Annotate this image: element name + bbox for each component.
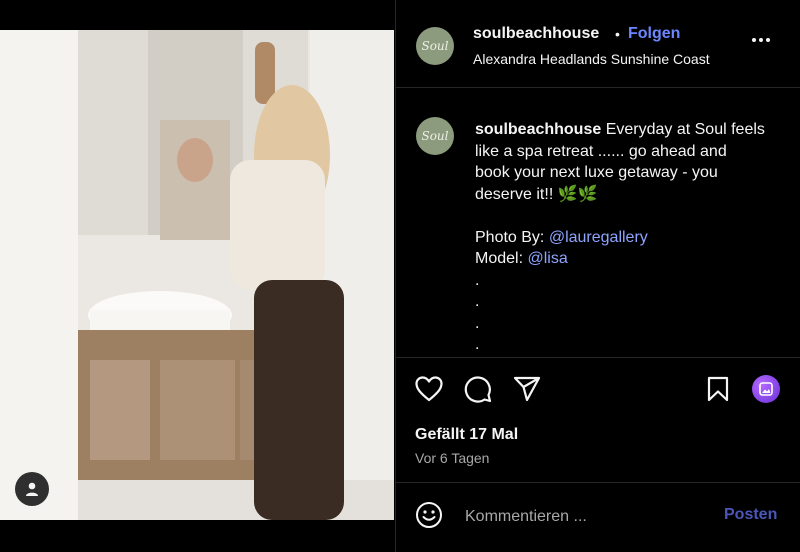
photo-credit-link[interactable]: @lauregallery [549,229,648,246]
caption-dot: . [475,293,480,310]
post-modal: Soul soulbeachhouse • Folgen Alexandra H… [0,0,800,552]
caption-line-3: book your next luxe getaway - you [475,164,718,181]
avatar-logo-text: Soul [421,39,449,53]
image-icon [759,382,773,396]
post-header: Soul soulbeachhouse • Folgen Alexandra H… [396,0,800,88]
header-username[interactable]: soulbeachhouse [473,25,599,43]
avatar-logo-text: Soul [421,129,449,143]
caption-avatar[interactable]: Soul [416,117,454,155]
share-icon[interactable] [513,376,541,402]
heart-icon[interactable] [415,376,443,402]
model-credit-link[interactable]: @lisa [527,250,567,267]
like-count[interactable]: Gefällt 17 Mal [415,426,518,444]
caption-line-4: deserve it!! 🌿🌿 [475,185,598,203]
more-icon [752,38,756,42]
caption-dot: . [475,336,480,353]
comment-input[interactable] [463,505,707,529]
post-details-panel: Soul soulbeachhouse • Folgen Alexandra H… [395,0,800,552]
bathroom-photo [0,30,394,520]
post-image[interactable] [0,30,394,520]
comment-bar: Posten [396,483,800,552]
avatar[interactable]: Soul [416,27,454,65]
caption-dot: . [475,271,480,289]
caption-dot: . [475,314,480,332]
bookmark-icon[interactable] [707,376,729,402]
follow-button[interactable]: Folgen [628,25,680,43]
caption-line-2: like a spa retreat ...... go ahead and [475,142,727,160]
caption-line-1: Everyday at Soul feels [601,121,765,138]
more-options-button[interactable] [752,38,770,42]
model-credit-label: Model: [475,250,528,267]
action-bar: Gefällt 17 Mal Vor 6 Tagen [396,358,800,483]
user-tag-button[interactable] [15,472,49,506]
post-comment-button[interactable]: Posten [724,506,777,524]
post-timestamp[interactable]: Vor 6 Tagen [415,450,489,466]
comment-icon[interactable] [464,375,492,403]
caption-text: soulbeachhouse Everyday at Soul feels li… [475,119,787,356]
caption-area: Soul soulbeachhouse Everyday at Soul fee… [396,88,800,358]
user-tag-icon [26,482,38,496]
photo-credit-label: Photo By: [475,228,549,246]
emoji-icon[interactable] [415,501,443,529]
location-link[interactable]: Alexandra Headlands Sunshine Coast [473,51,710,67]
caption-username[interactable]: soulbeachhouse [475,121,601,138]
separator-dot: • [615,26,620,42]
image-icon-button[interactable] [752,375,780,403]
